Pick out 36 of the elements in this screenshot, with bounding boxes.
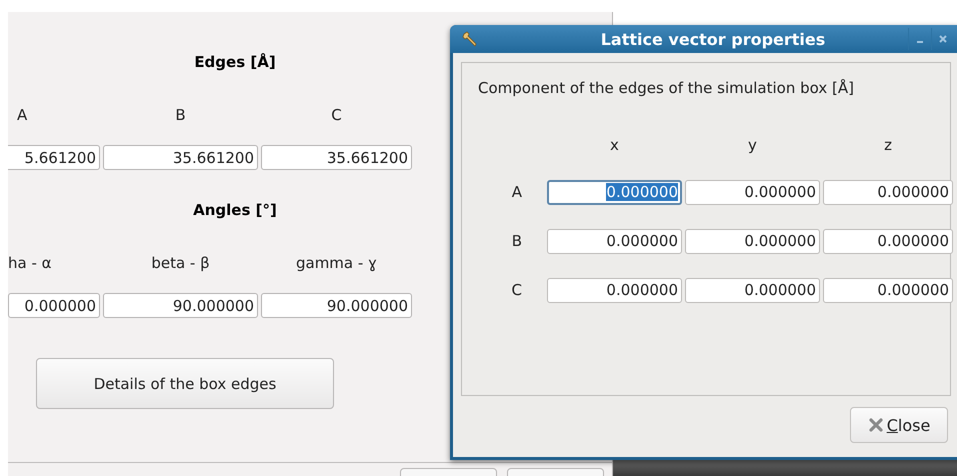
input-field[interactable]: 5.661200 (8, 145, 100, 170)
input-field[interactable]: 0.000000 (823, 180, 953, 205)
column-label: gamma - ɣ (294, 254, 378, 274)
window-title: Lattice vector properties (600, 30, 826, 48)
input-field[interactable]: 35.661200 (261, 145, 412, 170)
input-field[interactable]: 90.000000 (261, 293, 412, 318)
column-label: A (16, 106, 28, 126)
row-label: B (510, 231, 523, 252)
input-field[interactable]: 0.000000 (685, 278, 820, 303)
input-field[interactable]: 35.661200 (103, 145, 258, 170)
input-field[interactable]: 0.000000 (547, 229, 682, 254)
column-label: ha - α (8, 254, 53, 274)
input-field[interactable]: 0.000000 (547, 180, 682, 205)
close-icon (939, 35, 947, 43)
input-field[interactable]: 0.000000 (685, 180, 820, 205)
row-label: A (510, 182, 523, 203)
close-icon (868, 417, 884, 433)
input-field[interactable]: 0.000000 (685, 229, 820, 254)
group-title: Component of the edges of the simulation box [Å] (477, 79, 855, 97)
close-button[interactable]: Close (850, 407, 948, 443)
column-label: z (883, 136, 893, 156)
section-heading: Edges [Å] (193, 53, 277, 73)
column-label: y (747, 136, 758, 156)
section-heading: Angles [°] (192, 201, 278, 221)
column-label: B (174, 106, 187, 126)
wrench-icon (462, 31, 478, 47)
input-field[interactable]: 0.000000 (823, 278, 953, 303)
column-label: x (609, 136, 620, 156)
row-label: C (510, 280, 523, 301)
input-field[interactable]: 90.000000 (103, 293, 258, 318)
input-field[interactable]: 0.000000 (823, 229, 953, 254)
details-button[interactable]: Details of the box edges (36, 358, 334, 409)
input-field[interactable]: 0.000000 (547, 278, 682, 303)
column-label: C (330, 106, 343, 126)
input-field[interactable]: 0.000000 (8, 293, 100, 318)
column-label: beta - β (150, 254, 211, 274)
